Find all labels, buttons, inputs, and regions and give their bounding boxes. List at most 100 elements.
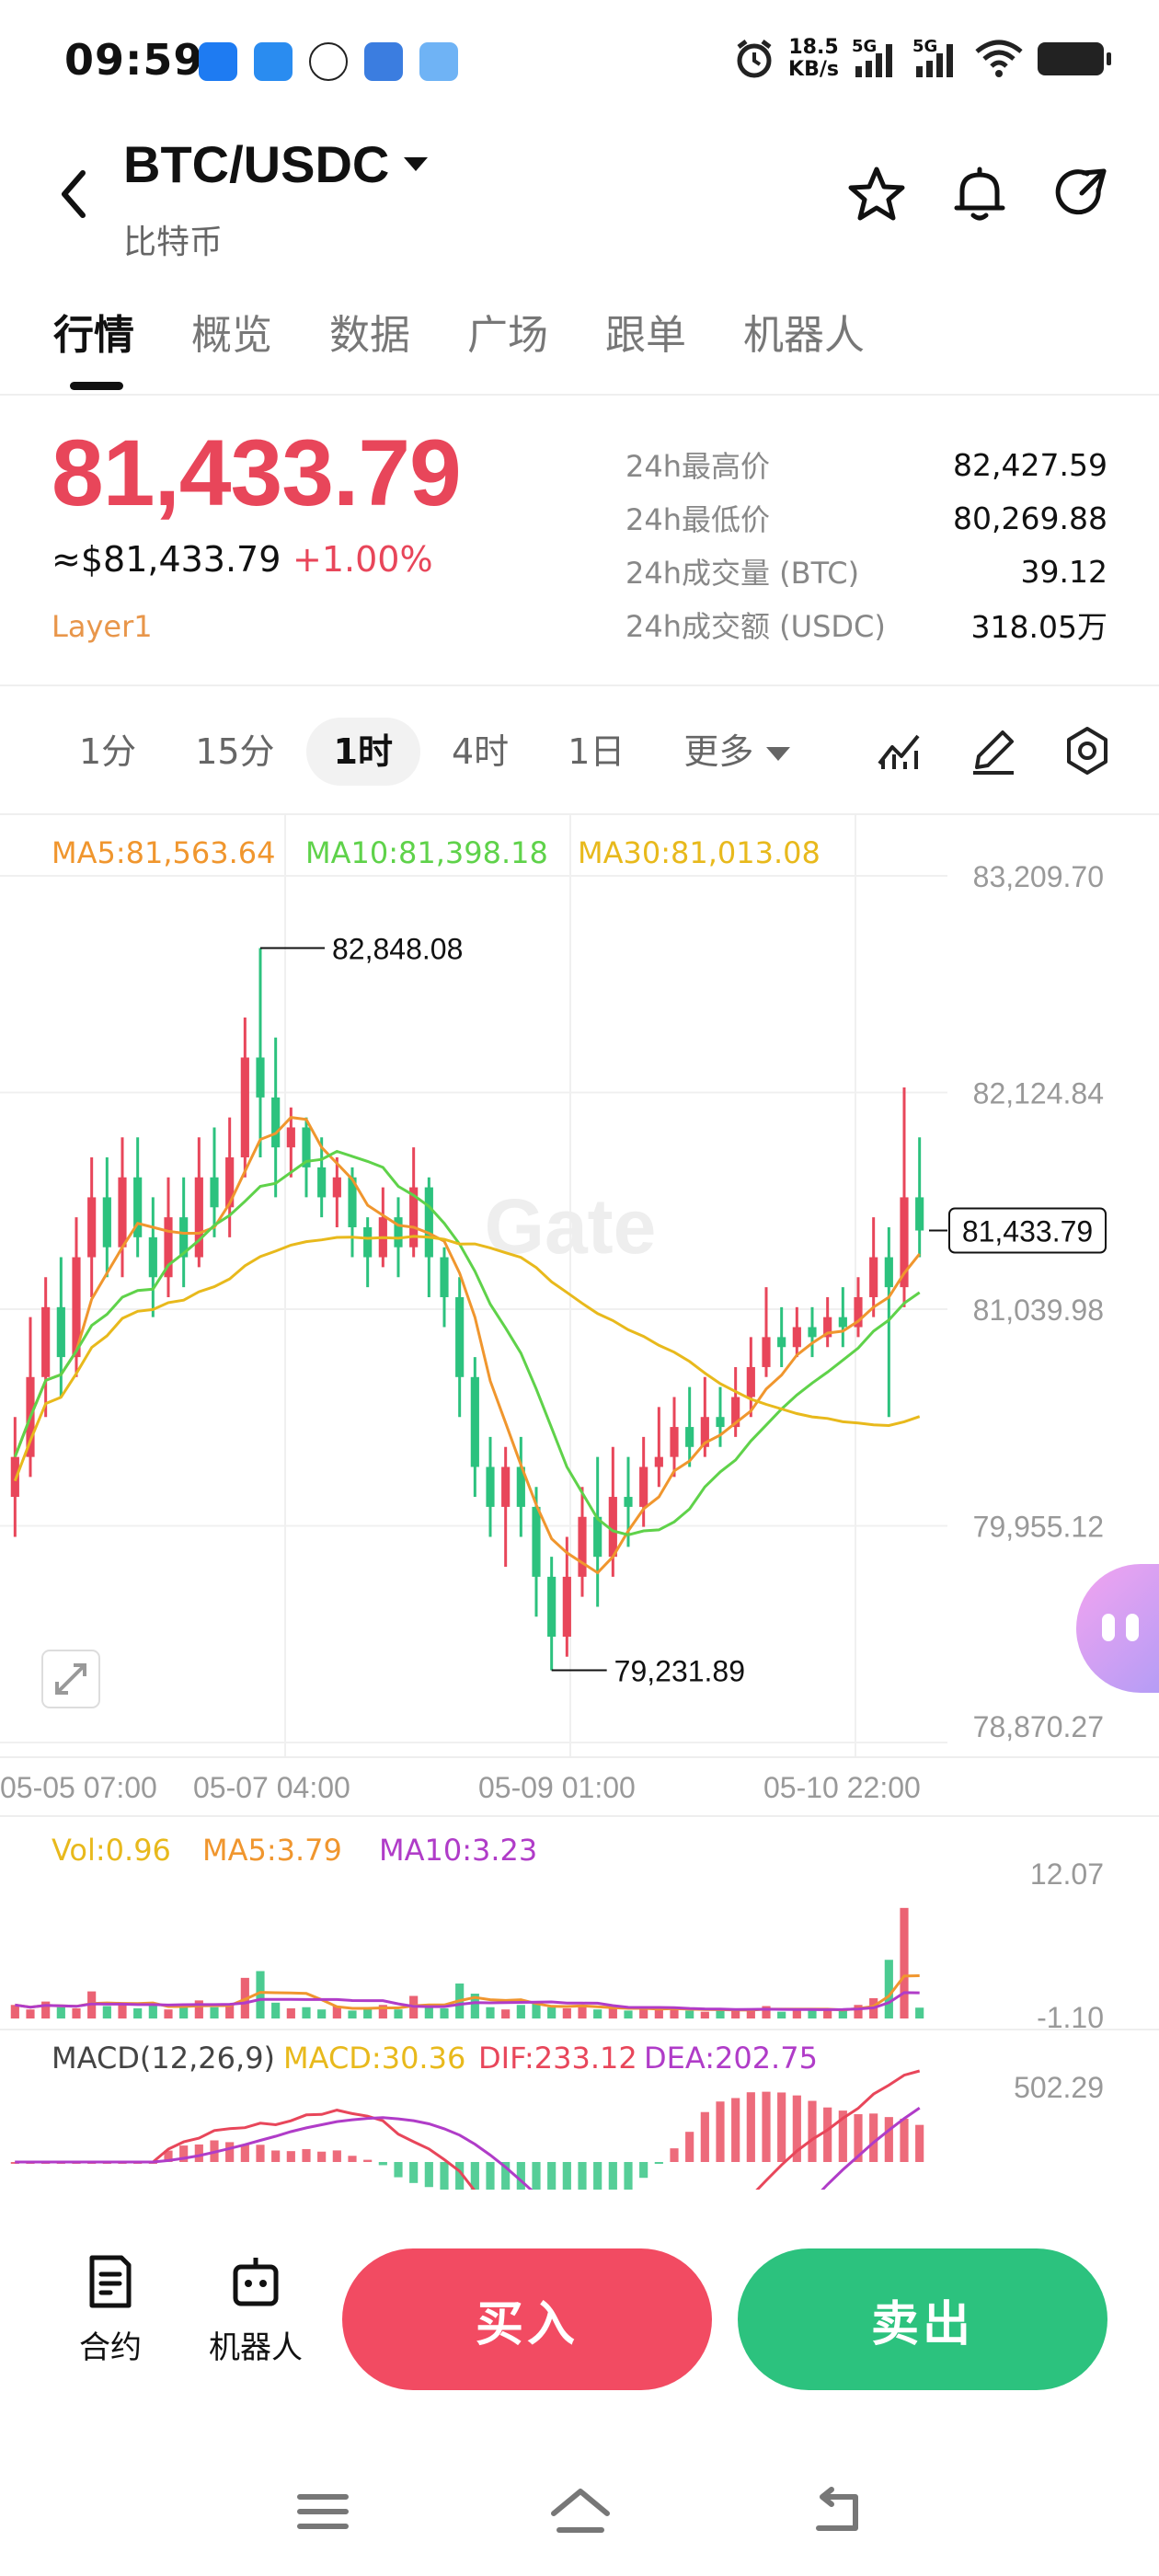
current-price-label: 81,433.79 [962, 1215, 1093, 1248]
stat-row: 24h最低价 80,269.88 [625, 491, 1107, 545]
interval-1d[interactable]: 1日 [540, 718, 652, 786]
tab-data[interactable]: 数据 [329, 302, 410, 361]
interval-more[interactable]: 更多 [656, 718, 818, 786]
pair-subtitle: 比特币 [123, 224, 224, 261]
share-icon[interactable] [1050, 162, 1115, 226]
interval-4h[interactable]: 4时 [424, 718, 536, 786]
volume-ma5-legend: MA5:3.79 [202, 1833, 342, 1868]
volume-bar [164, 2009, 173, 2018]
volume-bar [10, 2005, 19, 2018]
macd-bar [915, 2124, 924, 2162]
interval-15m[interactable]: 15分 [167, 718, 302, 786]
menu-icon[interactable] [291, 2484, 355, 2539]
candle-body [654, 1456, 663, 1467]
interval-1h[interactable]: 1时 [305, 718, 420, 786]
candle-body [210, 1177, 219, 1208]
tab-square[interactable]: 广场 [467, 302, 548, 361]
pair-selector[interactable]: BTC/USDC [123, 134, 429, 194]
return-icon[interactable] [806, 2484, 870, 2539]
candle-body [716, 1417, 725, 1428]
bubble-eye [1102, 1614, 1115, 1641]
stat-label: 24h最低价 [625, 502, 771, 537]
macd-title: MACD(12,26,9) [52, 2041, 276, 2076]
macd-bar [654, 2162, 663, 2164]
layer-tag[interactable]: Layer1 [52, 609, 153, 644]
x-tick-label: 05-07 04:00 [193, 1771, 350, 1804]
volume-bar [516, 2005, 525, 2018]
y-tick-label: 79,955.12 [973, 1511, 1104, 1544]
macd-bar [394, 2162, 403, 2178]
candle-body [240, 1057, 249, 1158]
candle-body [562, 1576, 571, 1638]
macd-bar [225, 2142, 235, 2162]
x-tick-label: 05-05 07:00 [0, 1771, 157, 1804]
stat-value: 318.05万 [970, 609, 1107, 645]
draw-pencil-icon[interactable] [966, 723, 1021, 778]
volume-bar [593, 2009, 602, 2018]
candle-body [455, 1296, 465, 1377]
candle-body [87, 1197, 97, 1258]
candle-body [256, 1057, 265, 1098]
star-icon[interactable] [844, 162, 909, 226]
candle-body [501, 1466, 511, 1507]
main-tabs: 行情 概览 数据 广场 跟单 机器人 [53, 302, 922, 361]
candle-body [838, 1317, 847, 1328]
tab-copy-trade[interactable]: 跟单 [605, 302, 686, 361]
macd-bar [670, 2148, 679, 2162]
macd-bar [409, 2162, 419, 2183]
macd-bar [256, 2145, 265, 2162]
app-notification-icon [199, 42, 237, 81]
tab-market[interactable]: 行情 [53, 302, 134, 361]
volume-bar [271, 2002, 281, 2018]
macd-bar [286, 2151, 295, 2162]
macd-bar [271, 2150, 281, 2162]
tab-bot[interactable]: 机器人 [743, 302, 865, 361]
interval-1m[interactable]: 1分 [52, 718, 164, 786]
macd-bar [240, 2145, 249, 2162]
volume-bar [102, 2006, 111, 2018]
low-marker-label: 79,231.89 [614, 1654, 745, 1687]
status-time: 09:59 [64, 35, 204, 85]
candle-body [547, 1576, 557, 1638]
candle-body [685, 1427, 694, 1447]
indicator-icon[interactable] [872, 723, 927, 778]
volume-bar [624, 2010, 633, 2018]
candle-body [624, 1497, 633, 1507]
kline-chart[interactable]: 83,209.70 82,124.84 81,039.98 79,955.12 78,8… [0, 815, 1159, 2214]
volume-bar [486, 2007, 495, 2018]
macd-bar [823, 2107, 832, 2162]
candle-body [332, 1177, 341, 1198]
volume-bar [72, 2007, 81, 2018]
bubble-eye [1126, 1614, 1139, 1641]
tab-overview[interactable]: 概览 [191, 302, 272, 361]
candle-body [363, 1226, 373, 1258]
home-icon[interactable] [548, 2484, 613, 2539]
volume-bar [808, 2010, 817, 2018]
robot-icon [233, 2258, 279, 2306]
volume-bar [700, 2011, 709, 2018]
candle-body [746, 1366, 755, 1397]
candle-body [532, 1506, 541, 1577]
macd-bar [348, 2156, 357, 2162]
battery-icon [1038, 42, 1111, 75]
volume-bar [210, 2007, 219, 2018]
back-arrow-icon[interactable] [46, 162, 101, 226]
macd-bar [639, 2162, 648, 2179]
volume-bar [562, 2007, 571, 2018]
app-notification-icon [419, 42, 458, 81]
contract-button[interactable]: 合约 [55, 2252, 166, 2367]
bot-button[interactable]: 机器人 [201, 2252, 311, 2367]
stat-value: 80,269.88 [953, 500, 1107, 536]
settings-icon[interactable] [1060, 723, 1115, 778]
wifi-icon [975, 40, 1023, 77]
buy-button[interactable]: 买入 [342, 2248, 712, 2390]
volume-bar [133, 2007, 143, 2018]
bell-icon[interactable] [947, 162, 1012, 226]
ma30-legend: MA30:81,013.08 [578, 835, 820, 870]
macd-bar [440, 2162, 449, 2193]
volume-bar [685, 2010, 694, 2018]
sell-button[interactable]: 卖出 [738, 2248, 1107, 2390]
macd-bar [194, 2144, 203, 2162]
stat-value: 39.12 [1020, 553, 1107, 590]
macd-legend: MACD:30.36 [283, 2041, 466, 2076]
